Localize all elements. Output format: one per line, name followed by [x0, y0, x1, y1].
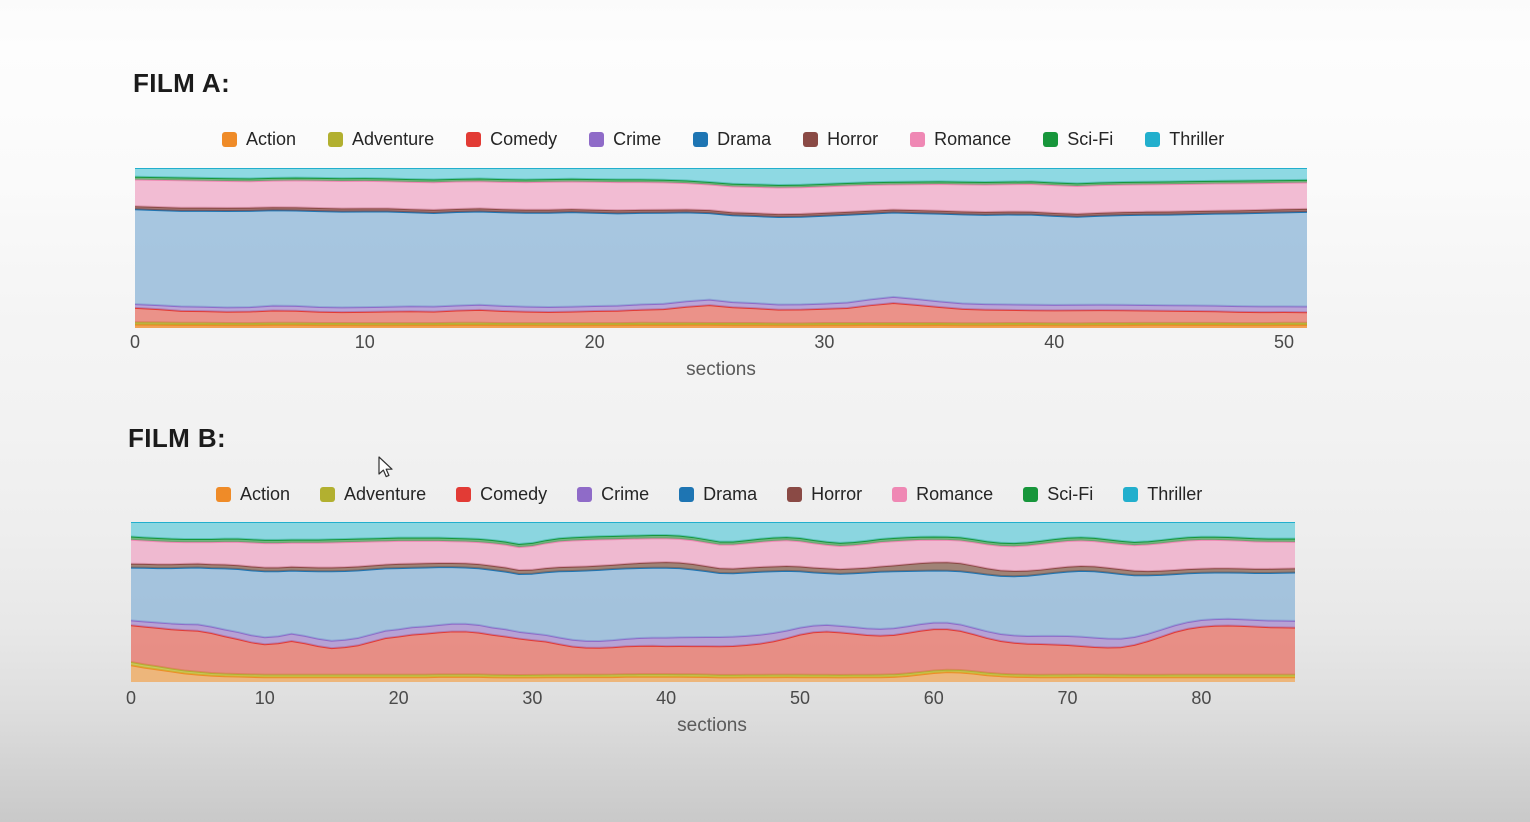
film-b-title: FILM B: — [128, 423, 227, 453]
legend-label: Action — [240, 484, 291, 504]
legend-label: Sci-Fi — [1047, 484, 1094, 504]
x-tick-label: 20 — [584, 332, 605, 352]
legend-swatch-adventure-icon — [328, 131, 344, 147]
legend-swatch-romance-icon — [892, 486, 908, 502]
x-tick-label: 20 — [388, 688, 409, 708]
legend-swatch-sci-fi-icon — [1043, 131, 1059, 147]
legend-label: Crime — [601, 484, 650, 504]
legend-item-action[interactable]: Action — [222, 130, 296, 148]
area-band-drama — [135, 209, 1307, 308]
x-tick-label: 10 — [254, 688, 275, 708]
legend-label: Sci-Fi — [1067, 129, 1114, 149]
film-b-x-axis-label: sections — [677, 715, 747, 736]
legend-item-drama[interactable]: Drama — [679, 485, 757, 503]
x-tick-label: 0 — [125, 688, 137, 708]
x-tick-label: 80 — [1191, 688, 1212, 708]
legend-swatch-comedy-icon — [466, 131, 482, 147]
area-band-drama — [131, 567, 1295, 641]
legend-label: Romance — [934, 129, 1012, 149]
legend-item-thriller[interactable]: Thriller — [1145, 130, 1224, 148]
legend-label: Comedy — [490, 129, 558, 149]
legend-item-romance[interactable]: Romance — [910, 130, 1011, 148]
legend-item-crime[interactable]: Crime — [577, 485, 649, 503]
legend-item-thriller[interactable]: Thriller — [1123, 485, 1202, 503]
legend-swatch-action-icon — [222, 131, 237, 147]
x-tick-label: 70 — [1057, 688, 1078, 708]
legend-item-adventure[interactable]: Adventure — [328, 130, 434, 148]
legend-swatch-action-icon — [216, 486, 231, 502]
mouse-cursor-icon — [378, 456, 393, 478]
x-tick-label: 40 — [1044, 332, 1065, 352]
legend-swatch-horror-icon — [803, 131, 819, 147]
film-a-x-axis-label: sections — [686, 359, 756, 380]
legend-item-drama[interactable]: Drama — [693, 130, 771, 148]
legend-item-horror[interactable]: Horror — [803, 130, 878, 148]
legend-item-action[interactable]: Action — [216, 485, 290, 503]
legend-swatch-drama-icon — [693, 131, 709, 147]
film-b-area-chart — [131, 522, 1295, 682]
legend-item-adventure[interactable]: Adventure — [320, 485, 426, 503]
legend-swatch-comedy-icon — [456, 486, 472, 502]
legend-label: Adventure — [352, 129, 435, 149]
legend-item-sci-fi[interactable]: Sci-Fi — [1043, 130, 1113, 148]
x-tick-label: 50 — [789, 688, 810, 708]
legend-swatch-horror-icon — [787, 486, 803, 502]
legend-item-comedy[interactable]: Comedy — [456, 485, 547, 503]
legend-swatch-sci-fi-icon — [1023, 486, 1039, 502]
legend-swatch-thriller-icon — [1123, 486, 1139, 502]
legend-label: Comedy — [480, 484, 548, 504]
legend-item-sci-fi[interactable]: Sci-Fi — [1023, 485, 1093, 503]
legend-item-comedy[interactable]: Comedy — [466, 130, 557, 148]
legend-film-a: Action Adventure Comedy Crime Drama Horror Rom… — [222, 130, 1256, 148]
x-tick-label: 10 — [354, 332, 375, 352]
legend-label: Thriller — [1147, 484, 1203, 504]
chart-page: FILM A: Action Adventure Comedy Crime Drama H… — [0, 0, 1530, 822]
x-tick-label: 30 — [814, 332, 835, 352]
legend-film-b: Action Adventure Comedy Crime Drama Horror Rom… — [216, 485, 1232, 503]
legend-item-romance[interactable]: Romance — [892, 485, 993, 503]
legend-label: Drama — [717, 129, 772, 149]
legend-swatch-drama-icon — [679, 486, 695, 502]
legend-swatch-romance-icon — [910, 131, 926, 147]
legend-item-crime[interactable]: Crime — [589, 130, 661, 148]
x-tick-label: 30 — [522, 688, 543, 708]
legend-item-horror[interactable]: Horror — [787, 485, 862, 503]
legend-label: Horror — [827, 129, 879, 149]
legend-swatch-crime-icon — [577, 486, 593, 502]
film-a-area-chart — [135, 168, 1307, 328]
legend-label: Thriller — [1169, 129, 1225, 149]
legend-label: Drama — [703, 484, 758, 504]
legend-label: Crime — [613, 129, 662, 149]
legend-label: Horror — [811, 484, 863, 504]
legend-swatch-adventure-icon — [320, 486, 336, 502]
legend-label: Action — [246, 129, 297, 149]
legend-label: Romance — [916, 484, 994, 504]
x-tick-label: 40 — [656, 688, 677, 708]
x-tick-label: 60 — [923, 688, 944, 708]
film-a-title: FILM A: — [133, 68, 231, 98]
x-tick-label: 0 — [129, 332, 141, 352]
legend-swatch-thriller-icon — [1145, 131, 1161, 147]
x-tick-label: 50 — [1274, 332, 1295, 352]
legend-swatch-crime-icon — [589, 131, 605, 147]
legend-label: Adventure — [344, 484, 427, 504]
